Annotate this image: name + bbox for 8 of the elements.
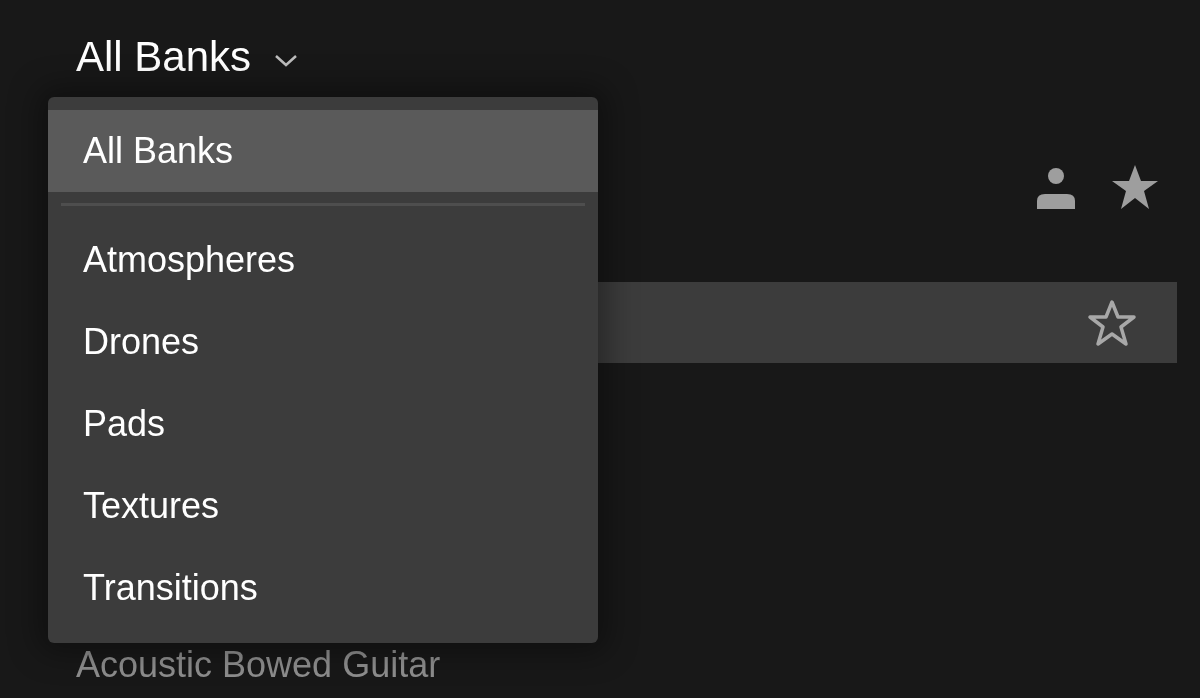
bank-dropdown[interactable]: All Banks bbox=[76, 33, 300, 81]
menu-item[interactable]: Pads bbox=[48, 383, 598, 465]
menu-item[interactable]: Textures bbox=[48, 465, 598, 547]
menu-item[interactable]: Drones bbox=[48, 301, 598, 383]
menu-item[interactable]: Transitions bbox=[48, 547, 598, 629]
preset-name: Acoustic Bowed Guitar bbox=[76, 643, 441, 686]
menu-item[interactable]: Atmospheres bbox=[48, 219, 598, 301]
menu-item[interactable]: All Banks bbox=[48, 110, 598, 192]
